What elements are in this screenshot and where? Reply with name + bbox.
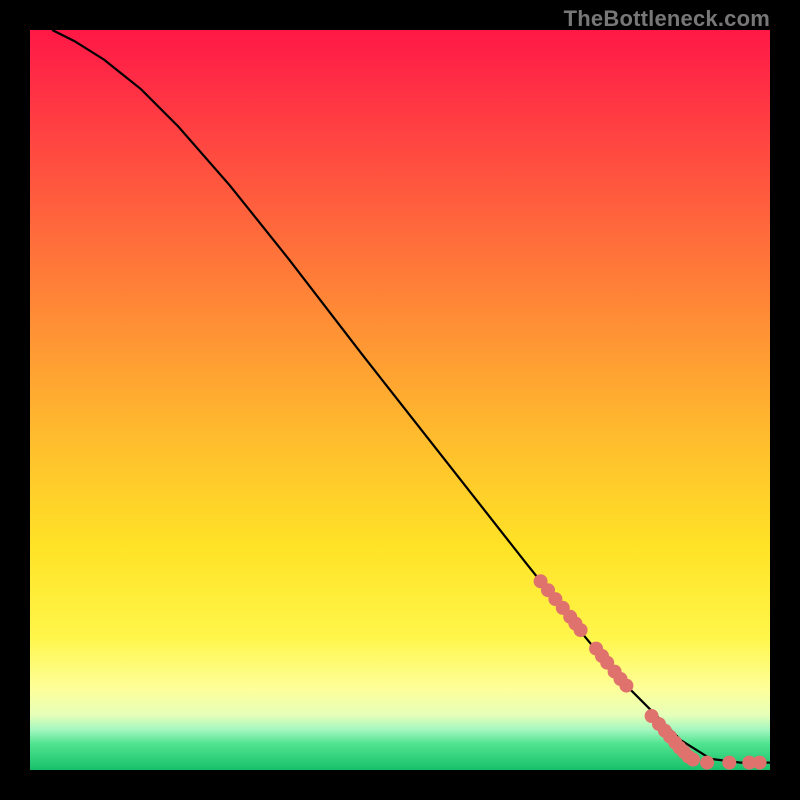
marker-group xyxy=(534,574,767,769)
chart-frame: TheBottleneck.com xyxy=(0,0,800,800)
curve-line xyxy=(52,30,770,763)
marker-point xyxy=(722,756,736,770)
watermark-text: TheBottleneck.com xyxy=(564,6,770,32)
marker-point xyxy=(700,756,714,770)
marker-point xyxy=(753,756,767,770)
marker-point xyxy=(574,623,588,637)
chart-svg xyxy=(30,30,770,770)
marker-point xyxy=(686,753,700,767)
marker-point xyxy=(619,679,633,693)
plot-area xyxy=(30,30,770,770)
